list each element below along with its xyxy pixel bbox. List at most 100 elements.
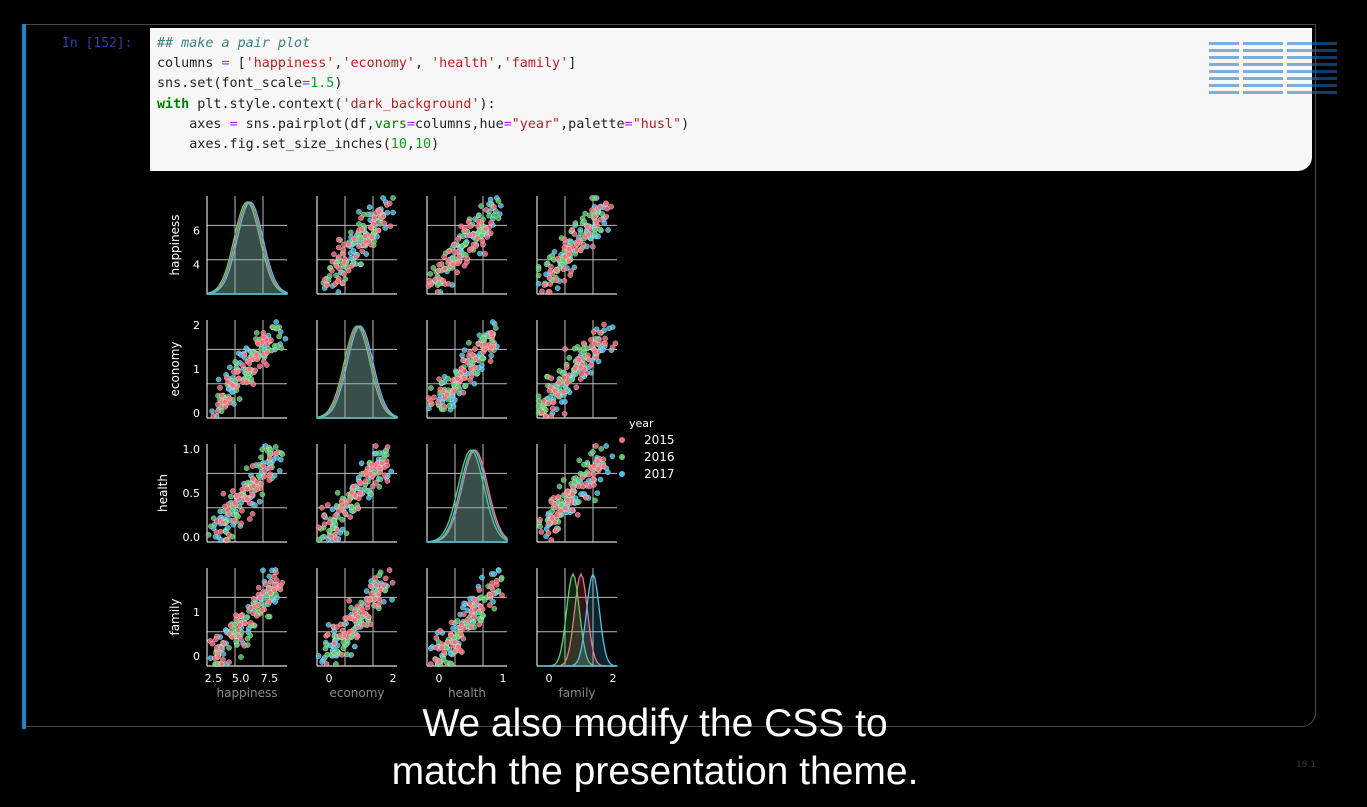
scatter-point xyxy=(543,413,549,419)
scatter-point xyxy=(573,384,580,391)
scatter-point xyxy=(605,227,611,233)
scatter-point xyxy=(480,335,486,342)
scatter-point xyxy=(321,521,328,527)
scatter-point xyxy=(260,567,266,574)
scatter-point xyxy=(466,340,472,346)
scatter-point xyxy=(267,464,273,471)
scatter-point xyxy=(367,583,374,589)
scatter-point xyxy=(571,345,578,352)
scatter-point xyxy=(215,653,221,660)
scatter-point xyxy=(599,347,606,353)
scatter-point xyxy=(462,382,469,389)
scatter-point xyxy=(586,356,592,363)
scatter-point xyxy=(209,408,215,414)
scatter-point xyxy=(590,471,597,478)
scatter-point xyxy=(238,636,244,643)
scatter-point xyxy=(329,258,336,265)
scatter-point xyxy=(426,277,433,284)
scatter-point xyxy=(272,599,278,605)
scatter-point xyxy=(556,379,562,386)
scatter-point xyxy=(487,602,493,608)
y-axis-label: economy xyxy=(168,341,182,396)
scatter-point xyxy=(471,596,478,603)
scatter-point xyxy=(359,226,365,233)
scatter-point xyxy=(334,527,340,533)
scatter-point xyxy=(384,444,391,450)
scatter-point xyxy=(341,241,347,248)
scatter-point xyxy=(598,446,604,452)
scatter-point xyxy=(435,268,441,274)
scatter-point xyxy=(549,252,555,259)
scatter-point xyxy=(460,635,467,642)
scatter-point xyxy=(603,200,609,207)
scatter-point xyxy=(562,398,568,405)
scatter-point xyxy=(427,398,434,404)
scatter-point xyxy=(346,597,352,604)
scatter-point xyxy=(326,528,332,534)
scatter-point xyxy=(252,502,258,508)
scatter-point xyxy=(561,374,567,381)
scatter-point xyxy=(350,483,357,490)
scatter-point xyxy=(591,463,598,469)
scatter-point xyxy=(260,330,267,336)
scatter-point xyxy=(581,461,587,468)
scatter-point xyxy=(229,634,235,640)
y-tick-label: 1 xyxy=(193,606,200,619)
scatter-point xyxy=(488,330,495,336)
scatter-point xyxy=(570,484,577,490)
scatter-point xyxy=(584,224,591,230)
scatter-point xyxy=(220,520,226,526)
scatter-point xyxy=(375,227,382,234)
scatter-point xyxy=(377,476,384,482)
scatter-point xyxy=(249,511,256,517)
scatter-point xyxy=(270,324,276,330)
scatter-point xyxy=(494,577,500,584)
scatter-point xyxy=(574,512,581,518)
scatter-point xyxy=(255,341,261,347)
y-tick-label: 2 xyxy=(193,319,200,332)
scatter-point xyxy=(472,606,478,613)
scatter-point xyxy=(541,398,547,404)
scatter-point xyxy=(219,392,225,399)
scatter-point xyxy=(205,532,212,538)
scatter-point xyxy=(455,236,462,242)
scatter-point xyxy=(592,497,598,504)
scatter-point xyxy=(325,631,331,638)
scatter-point xyxy=(352,492,358,499)
scatter-point xyxy=(445,257,452,264)
scatter-point xyxy=(382,587,388,594)
scatter-point xyxy=(450,625,456,632)
scatter-point xyxy=(445,375,451,382)
scatter-point xyxy=(384,478,391,484)
scatter-point xyxy=(217,384,223,391)
scatter-point xyxy=(593,355,599,361)
scatter-point xyxy=(476,621,482,628)
scatter-point xyxy=(239,507,245,514)
scatter-point xyxy=(477,603,484,610)
scatter-point xyxy=(595,337,602,343)
scatter-point xyxy=(261,473,267,480)
scatter-point xyxy=(274,343,281,349)
scatter-point xyxy=(597,476,604,483)
scatter-point xyxy=(243,345,250,351)
scatter-point xyxy=(235,513,241,520)
scatter-point xyxy=(460,357,466,363)
scatter-point xyxy=(230,488,236,494)
scatter-point xyxy=(345,267,352,274)
scatter-point xyxy=(332,513,339,519)
scatter-point xyxy=(566,355,573,361)
scatter-point xyxy=(323,661,330,667)
scatter-point xyxy=(381,598,387,605)
scatter-point xyxy=(339,526,346,533)
scatter-point xyxy=(389,596,395,603)
scatter-point xyxy=(448,632,454,639)
scatter-point xyxy=(367,621,374,628)
scatter-point xyxy=(427,271,434,277)
scatter-point xyxy=(324,502,331,508)
scatter-point xyxy=(267,590,274,596)
scatter-point xyxy=(382,472,388,479)
scatter-point xyxy=(499,592,505,598)
x-tick-label: 2.5 xyxy=(205,672,223,685)
scatter-point xyxy=(358,215,364,221)
scatter-point xyxy=(263,581,269,588)
